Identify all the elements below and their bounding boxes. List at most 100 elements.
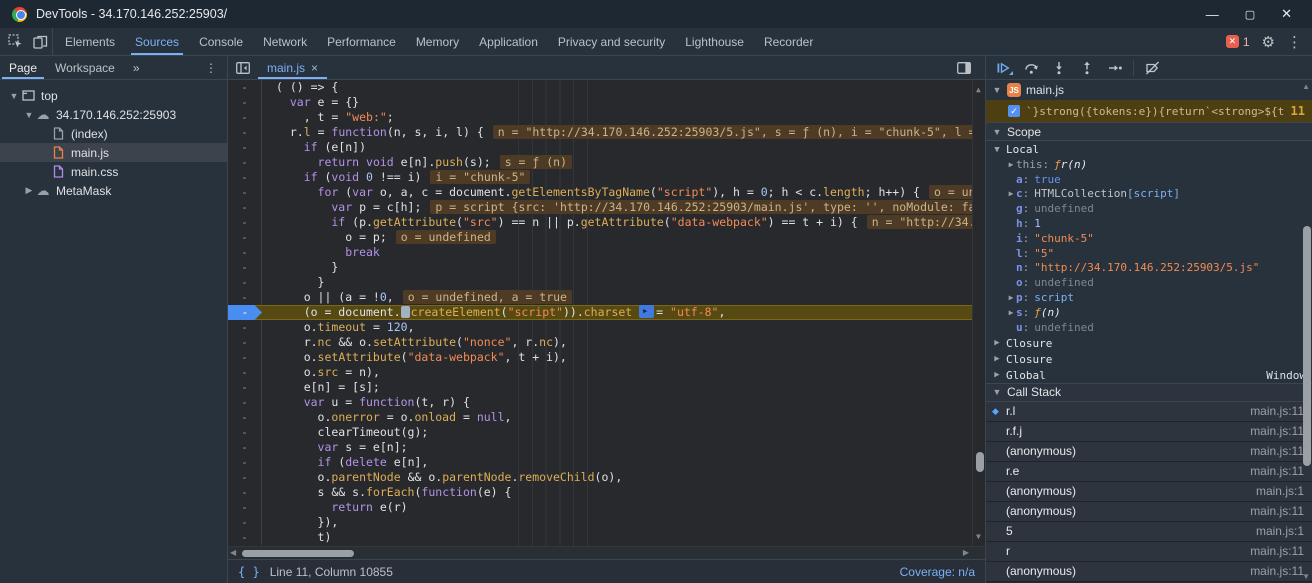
line-gutter[interactable]: -: [228, 200, 262, 215]
line-gutter[interactable]: -: [228, 395, 262, 410]
step-icon[interactable]: [1102, 58, 1128, 78]
line-gutter[interactable]: -: [228, 290, 262, 305]
editor-vscroll-thumb[interactable]: [976, 452, 984, 472]
code-line[interactable]: - var u = function(t, r) {: [228, 395, 985, 410]
line-gutter[interactable]: -: [228, 95, 262, 110]
editor-hscroll-thumb[interactable]: [242, 550, 354, 557]
scope-group-local[interactable]: ▼Local: [986, 141, 1312, 157]
code-line[interactable]: - o.timeout = 120,: [228, 320, 985, 335]
scroll-down-icon[interactable]: ▼: [976, 529, 981, 544]
expander-closed-icon[interactable]: ▶: [1006, 293, 1016, 302]
code-line[interactable]: - s && s.forEach(function(e) {: [228, 485, 985, 500]
code-line[interactable]: - }),: [228, 515, 985, 530]
scope-variable-p[interactable]: ▶p:script: [986, 290, 1312, 305]
code-line[interactable]: - o.setAttribute("data-webpack", t + i),: [228, 350, 985, 365]
code-line[interactable]: -( () => {: [228, 80, 985, 95]
callstack-frame[interactable]: r.f.jmain.js:11: [986, 422, 1312, 442]
expander-closed-icon[interactable]: ▶: [992, 338, 1002, 348]
settings-gear-icon[interactable]: ⚙: [1262, 33, 1275, 51]
inspect-element-icon[interactable]: [8, 34, 23, 49]
callstack-frame[interactable]: (anonymous)main.js:11: [986, 442, 1312, 462]
code-line[interactable]: - break: [228, 245, 985, 260]
code-line-paused[interactable]: - (o = document.createElement("script"))…: [228, 305, 985, 320]
scope-variable-o[interactable]: o:undefined: [986, 275, 1312, 290]
line-gutter[interactable]: -: [228, 530, 262, 545]
code-line[interactable]: - var e = {}: [228, 95, 985, 110]
scroll-right-icon[interactable]: ▶: [963, 548, 969, 557]
code-line[interactable]: - var s = e[n];: [228, 440, 985, 455]
coverage-link[interactable]: Coverage: n/a: [900, 565, 975, 579]
editor-vertical-scrollbar[interactable]: ▲ ▼: [972, 80, 985, 546]
line-gutter[interactable]: -: [228, 335, 262, 350]
expander-closed-icon[interactable]: ▶: [23, 185, 35, 196]
code-line[interactable]: - o = p;o = undefined: [228, 230, 985, 245]
scope-group-closure[interactable]: ▶Closure: [986, 351, 1312, 367]
tab-memory[interactable]: Memory: [406, 28, 469, 55]
code-line[interactable]: - var p = c[h];p = script {src: 'http://…: [228, 200, 985, 215]
expander-open-icon[interactable]: ▼: [23, 110, 35, 120]
tab-recorder[interactable]: Recorder: [754, 28, 823, 55]
navigator-more-icon[interactable]: ⋮: [195, 56, 227, 79]
tab-privacy-and-security[interactable]: Privacy and security: [548, 28, 675, 55]
toggle-navigator-icon[interactable]: [228, 56, 258, 79]
scope-variable-i[interactable]: i:"chunk-5": [986, 231, 1312, 246]
deactivate-breakpoints-icon[interactable]: [1139, 58, 1165, 78]
breakpoint-checkbox[interactable]: ✓: [1008, 105, 1020, 117]
line-gutter[interactable]: -: [228, 440, 262, 455]
code-line[interactable]: - if (e[n]): [228, 140, 985, 155]
code-line[interactable]: - for (var o, a, c = document.getElement…: [228, 185, 985, 200]
callstack-frame[interactable]: ◆r.lmain.js:11: [986, 402, 1312, 422]
sidebar-scroll-thumb[interactable]: [1303, 226, 1311, 466]
scope-variable-this[interactable]: ▶this:ƒ r(n): [986, 157, 1312, 172]
line-gutter[interactable]: -: [228, 185, 262, 200]
line-gutter[interactable]: -: [228, 155, 262, 170]
device-toolbar-icon[interactable]: [33, 35, 48, 49]
scroll-up-icon[interactable]: ▲: [976, 82, 981, 97]
callstack-frame[interactable]: 5main.js:1: [986, 522, 1312, 542]
scope-variable-a[interactable]: a:true: [986, 172, 1312, 187]
code-line[interactable]: - return void e[n].push(s);s = ƒ (n): [228, 155, 985, 170]
tab-application[interactable]: Application: [469, 28, 548, 55]
line-gutter[interactable]: -: [228, 215, 262, 230]
callstack-frame[interactable]: (anonymous)main.js:11: [986, 502, 1312, 522]
code-line[interactable]: - if (p.getAttribute("src") == n || p.ge…: [228, 215, 985, 230]
line-gutter[interactable]: -: [228, 425, 262, 440]
line-gutter[interactable]: -: [228, 515, 262, 530]
line-gutter[interactable]: -: [228, 365, 262, 380]
code-line[interactable]: - o.parentNode && o.parentNode.removeChi…: [228, 470, 985, 485]
code-editor[interactable]: -( () => {- var e = {}- , t = "web:";- r…: [228, 80, 985, 546]
pause-overlay-icon[interactable]: [949, 62, 979, 74]
line-gutter[interactable]: -: [228, 380, 262, 395]
code-line[interactable]: - if (delete e[n],: [228, 455, 985, 470]
tab-sources[interactable]: Sources: [125, 28, 189, 55]
line-gutter[interactable]: -: [228, 125, 262, 140]
line-gutter[interactable]: -: [228, 275, 262, 290]
code-line[interactable]: - }: [228, 260, 985, 275]
tree-item-main-js[interactable]: main.js: [0, 143, 227, 162]
line-gutter[interactable]: -: [228, 80, 262, 95]
scope-variable-n[interactable]: n:"http://34.170.146.252:25903/5.js": [986, 261, 1312, 276]
line-gutter[interactable]: -: [228, 410, 262, 425]
line-gutter[interactable]: -: [228, 170, 262, 185]
maximize-button[interactable]: ▢: [1245, 8, 1255, 21]
callstack-frame[interactable]: (anonymous)main.js:11: [986, 562, 1312, 582]
expander-closed-icon[interactable]: ▶: [1006, 308, 1016, 317]
code-line[interactable]: - r.l = function(n, s, i, l) {n = "http:…: [228, 125, 985, 140]
editor-tab-mainjs[interactable]: main.js ×: [258, 56, 327, 79]
resume-script-icon[interactable]: [990, 58, 1016, 78]
scope-section-header[interactable]: ▼ Scope: [986, 122, 1312, 141]
navigator-tab-[interactable]: »: [124, 56, 149, 79]
scroll-down-icon[interactable]: ▼: [1302, 572, 1310, 581]
navigator-tab-page[interactable]: Page: [0, 56, 46, 79]
tab-console[interactable]: Console: [189, 28, 253, 55]
more-options-icon[interactable]: ⋮: [1287, 33, 1302, 51]
step-over-icon[interactable]: [1018, 58, 1044, 78]
callstack-frame[interactable]: r.emain.js:11: [986, 462, 1312, 482]
callstack-frame[interactable]: rmain.js:11: [986, 542, 1312, 562]
navigator-tab-workspace[interactable]: Workspace: [46, 56, 124, 79]
code-line[interactable]: - r.nc && o.setAttribute("nonce", r.nc),: [228, 335, 985, 350]
tab-performance[interactable]: Performance: [317, 28, 406, 55]
line-gutter[interactable]: -: [228, 110, 262, 125]
expander-closed-icon[interactable]: ▶: [992, 370, 1002, 380]
line-gutter[interactable]: -: [228, 140, 262, 155]
